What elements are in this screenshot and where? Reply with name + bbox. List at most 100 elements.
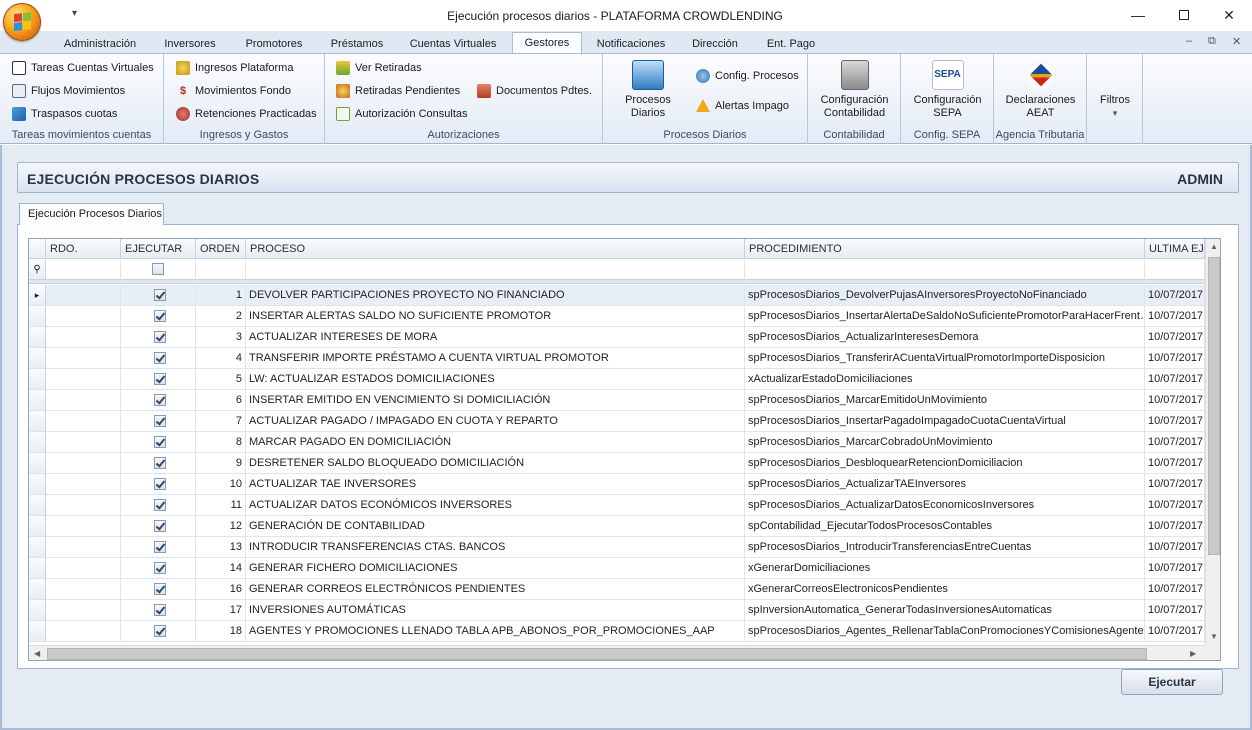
ver-retiradas-button[interactable]: Ver Retiradas	[336, 61, 422, 75]
ejecutar-checkbox[interactable]	[153, 436, 166, 448]
ejecutar-cell[interactable]	[121, 390, 196, 411]
scroll-right-icon[interactable]: ▶	[1190, 649, 1196, 658]
ejecutar-checkbox[interactable]	[153, 415, 166, 427]
table-row[interactable]: 14 GENERAR FICHERO DOMICILIACIONES xGenera…	[29, 558, 1205, 579]
table-row[interactable]: 18 AGENTES Y PROMOCIONES LLENADO TABLA AP…	[29, 621, 1205, 642]
tab-direccion[interactable]: Dirección	[684, 34, 746, 54]
ejecutar-checkbox[interactable]	[153, 352, 166, 364]
configuracion-contabilidad-button[interactable]: Configuración Contabilidad	[810, 60, 899, 120]
tab-notificaciones[interactable]: Notificaciones	[590, 34, 672, 54]
ejecutar-checkbox[interactable]	[153, 604, 166, 616]
tab-ent-pago[interactable]: Ent. Pago	[756, 34, 826, 54]
ejecutar-cell[interactable]	[121, 600, 196, 621]
table-row[interactable]: 9 DESRETENER SALDO BLOQUEADO DOMICILIACIÓ…	[29, 453, 1205, 474]
table-row[interactable]: 6 INSERTAR EMITIDO EN VENCIMIENTO SI DOMI…	[29, 390, 1205, 411]
maximize-icon[interactable]	[1161, 0, 1207, 30]
column-header-procedimiento[interactable]: PROCEDIMIENTO	[745, 239, 1145, 259]
table-row[interactable]: 12 GENERACIÓN DE CONTABILIDAD spContabilid…	[29, 516, 1205, 537]
tab-gestores[interactable]: Gestores	[512, 32, 582, 54]
ejecutar-checkbox[interactable]	[153, 478, 166, 490]
scroll-up-icon[interactable]: ▲	[1210, 242, 1218, 251]
ejecutar-cell[interactable]	[121, 474, 196, 495]
ejecutar-cell[interactable]	[121, 306, 196, 327]
table-row[interactable]: 13 INTRODUCIR TRANSFERENCIAS CTAS. BANCOS…	[29, 537, 1205, 558]
horizontal-scrollbar[interactable]: ◀ ▶	[29, 645, 1205, 660]
config-procesos-button[interactable]: Config. Procesos	[696, 69, 799, 83]
table-row[interactable]: 5 LW: ACTUALIZAR ESTADOS DOMICILIACIONES x…	[29, 369, 1205, 390]
retenciones-practicadas-button[interactable]: Retenciones Practicadas	[176, 107, 317, 121]
tareas-cuentas-virtuales-button[interactable]: Tareas Cuentas Virtuales	[12, 61, 154, 75]
ejecutar-checkbox[interactable]	[153, 499, 166, 511]
ejecutar-cell[interactable]	[121, 411, 196, 432]
filtros-button[interactable]: Filtros ▾	[1091, 94, 1139, 120]
ejecutar-cell[interactable]	[121, 369, 196, 390]
ejecutar-cell[interactable]	[121, 537, 196, 558]
retiradas-pendientes-button[interactable]: Retiradas Pendientes	[336, 84, 460, 98]
tab-cuentas-virtuales[interactable]: Cuentas Virtuales	[402, 34, 504, 54]
declaraciones-aeat-button[interactable]: Declaraciones AEAT	[996, 60, 1085, 120]
filter-rdo-input[interactable]	[46, 260, 121, 280]
filter-ultima-input[interactable]	[1145, 260, 1205, 280]
ejecutar-button[interactable]: Ejecutar	[1121, 669, 1223, 695]
movimientos-fondo-button[interactable]: $ Movimientos Fondo	[176, 84, 291, 98]
ejecutar-cell[interactable]	[121, 516, 196, 537]
ejecutar-checkbox[interactable]	[153, 331, 166, 343]
ejecutar-cell[interactable]	[121, 495, 196, 516]
table-row[interactable]: 11 ACTUALIZAR DATOS ECONÓMICOS INVERSORES…	[29, 495, 1205, 516]
filter-checkbox[interactable]	[152, 263, 164, 275]
column-header-proceso[interactable]: PROCESO	[246, 239, 745, 259]
ejecutar-cell[interactable]	[121, 285, 196, 306]
tab-administracion[interactable]: Administración	[56, 34, 144, 54]
ejecutar-cell[interactable]	[121, 348, 196, 369]
ingresos-plataforma-button[interactable]: Ingresos Plataforma	[176, 61, 293, 75]
app-menu-orb-icon[interactable]	[3, 3, 41, 41]
procesos-diarios-button[interactable]: Procesos Diarios	[613, 60, 683, 120]
tab-ejecucion-procesos-diarios[interactable]: Ejecución Procesos Diarios	[19, 203, 164, 225]
traspasos-cuotas-button[interactable]: Traspasos cuotas	[12, 107, 117, 121]
ejecutar-cell[interactable]	[121, 327, 196, 348]
scroll-down-icon[interactable]: ▼	[1210, 632, 1218, 641]
mdi-restore-icon[interactable]: ⧉	[1208, 35, 1216, 48]
table-row[interactable]: 8 MARCAR PAGADO EN DOMICILIACIÓN spProceso…	[29, 432, 1205, 453]
table-row[interactable]: 4 TRANSFERIR IMPORTE PRÉSTAMO A CUENTA VI…	[29, 348, 1205, 369]
column-header-ejecutar[interactable]: EJECUTAR	[121, 239, 196, 259]
table-row[interactable]: 16 GENERAR CORREOS ELECTRÓNICOS PENDIENTE…	[29, 579, 1205, 600]
ejecutar-checkbox[interactable]	[153, 289, 166, 301]
vertical-scrollbar[interactable]: ▲ ▼	[1205, 239, 1220, 646]
tab-promotores[interactable]: Promotores	[236, 34, 312, 54]
table-row[interactable]: 2 INSERTAR ALERTAS SALDO NO SUFICIENTE PR…	[29, 306, 1205, 327]
ejecutar-checkbox[interactable]	[153, 394, 166, 406]
ejecutar-cell[interactable]	[121, 432, 196, 453]
ejecutar-checkbox[interactable]	[153, 583, 166, 595]
close-icon[interactable]: ✕	[1206, 0, 1252, 30]
documentos-pendientes-button[interactable]: Documentos Pdtes.	[477, 84, 592, 98]
column-header-rdo[interactable]: RDO.	[46, 239, 121, 259]
table-row[interactable]: 7 ACTUALIZAR PAGADO / IMPAGADO EN CUOTA Y…	[29, 411, 1205, 432]
filter-proceso-input[interactable]	[246, 260, 745, 280]
ejecutar-checkbox[interactable]	[153, 457, 166, 469]
horizontal-scroll-thumb[interactable]	[47, 648, 1147, 660]
ejecutar-checkbox[interactable]	[153, 541, 166, 553]
ejecutar-cell[interactable]	[121, 558, 196, 579]
ejecutar-checkbox[interactable]	[153, 310, 166, 322]
configuracion-sepa-button[interactable]: SEPA Configuración SEPA	[903, 60, 992, 120]
alertas-impago-button[interactable]: Alertas Impago	[696, 99, 789, 112]
filter-ejecutar-checkbox[interactable]	[121, 260, 196, 280]
tab-prestamos[interactable]: Préstamos	[322, 34, 392, 54]
tab-inversores[interactable]: Inversores	[154, 34, 226, 54]
mdi-close-icon[interactable]: ✕	[1232, 35, 1241, 48]
ejecutar-checkbox[interactable]	[153, 562, 166, 574]
scroll-left-icon[interactable]: ◀	[34, 649, 40, 658]
column-header-orden[interactable]: ORDEN	[196, 239, 246, 259]
minimize-icon[interactable]: —	[1115, 0, 1161, 30]
table-row[interactable]: 3 ACTUALIZAR INTERESES DE MORA spProcesosD…	[29, 327, 1205, 348]
ejecutar-checkbox[interactable]	[153, 520, 166, 532]
ejecutar-checkbox[interactable]	[153, 625, 166, 637]
column-header-ultima-ejecucion[interactable]: ULTIMA EJE	[1145, 239, 1205, 259]
flujos-movimientos-button[interactable]: Flujos Movimientos	[12, 84, 125, 98]
vertical-scroll-thumb[interactable]	[1208, 257, 1220, 555]
mdi-minimize-icon[interactable]: –	[1186, 35, 1192, 47]
ejecutar-cell[interactable]	[121, 579, 196, 600]
ejecutar-cell[interactable]	[121, 453, 196, 474]
table-row[interactable]: 10 ACTUALIZAR TAE INVERSORES spProcesosDia…	[29, 474, 1205, 495]
